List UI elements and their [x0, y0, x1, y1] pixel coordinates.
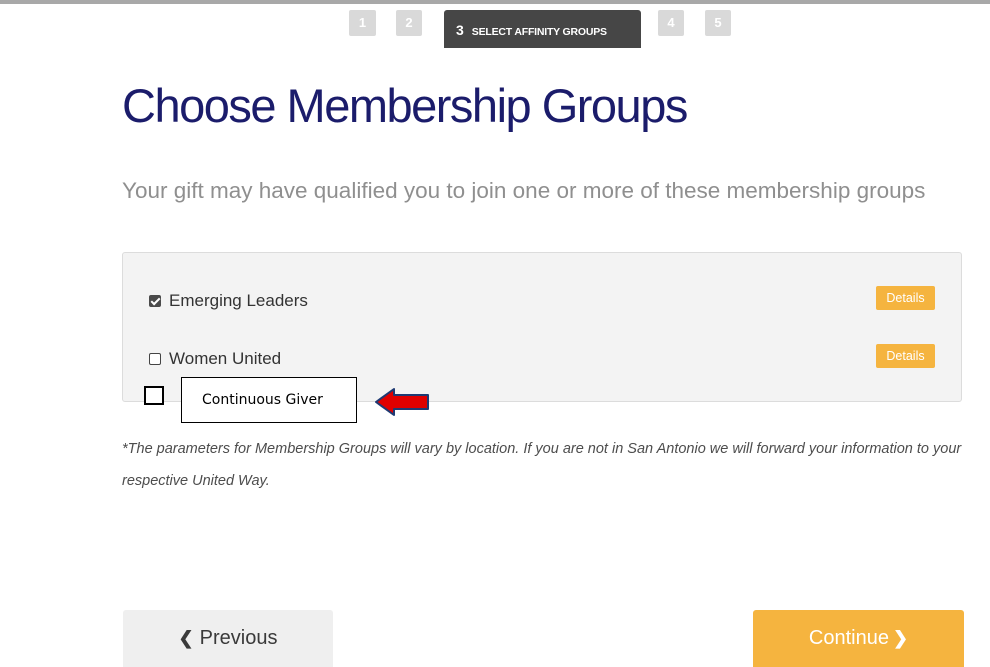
- previous-button-label: Previous: [199, 627, 278, 649]
- emerging-leaders-checkbox[interactable]: [149, 295, 161, 307]
- step-3-active: 3 SELECT AFFINITY GROUPS: [444, 10, 641, 48]
- top-divider: [0, 0, 990, 4]
- step-5[interactable]: 5: [705, 10, 731, 36]
- step-3-label: SELECT AFFINITY GROUPS: [471, 26, 607, 38]
- chevron-right-icon: ❯: [892, 628, 909, 648]
- step-3-number: 3: [456, 22, 464, 38]
- previous-button[interactable]: ❮ Previous: [123, 610, 333, 667]
- chevron-left-icon: ❮: [178, 628, 194, 648]
- step-1[interactable]: 1: [349, 10, 376, 36]
- step-4[interactable]: 4: [658, 10, 684, 36]
- page-title: Choose Membership Groups: [122, 79, 688, 132]
- arrow-left-icon: [375, 388, 429, 416]
- emerging-leaders-details-button[interactable]: Details: [876, 286, 935, 310]
- emerging-leaders-label: Emerging Leaders: [169, 291, 308, 310]
- continuous-giver-checkbox[interactable]: [144, 386, 164, 405]
- membership-footnote: *The parameters for Membership Groups wi…: [122, 441, 962, 489]
- continuous-giver-callout: Continuous Giver: [181, 377, 357, 423]
- women-united-checkbox[interactable]: [149, 353, 161, 365]
- women-united-details-button[interactable]: Details: [876, 344, 935, 368]
- women-united-label: Women United: [169, 349, 282, 368]
- step-2[interactable]: 2: [396, 10, 422, 36]
- group-option-emerging-leaders[interactable]: Emerging Leaders: [149, 290, 308, 312]
- page-subtitle: Your gift may have qualified you to join…: [122, 178, 926, 203]
- continue-button[interactable]: Continue ❯: [753, 610, 964, 667]
- group-option-women-united[interactable]: Women United: [149, 348, 281, 370]
- continue-button-label: Continue: [808, 627, 889, 649]
